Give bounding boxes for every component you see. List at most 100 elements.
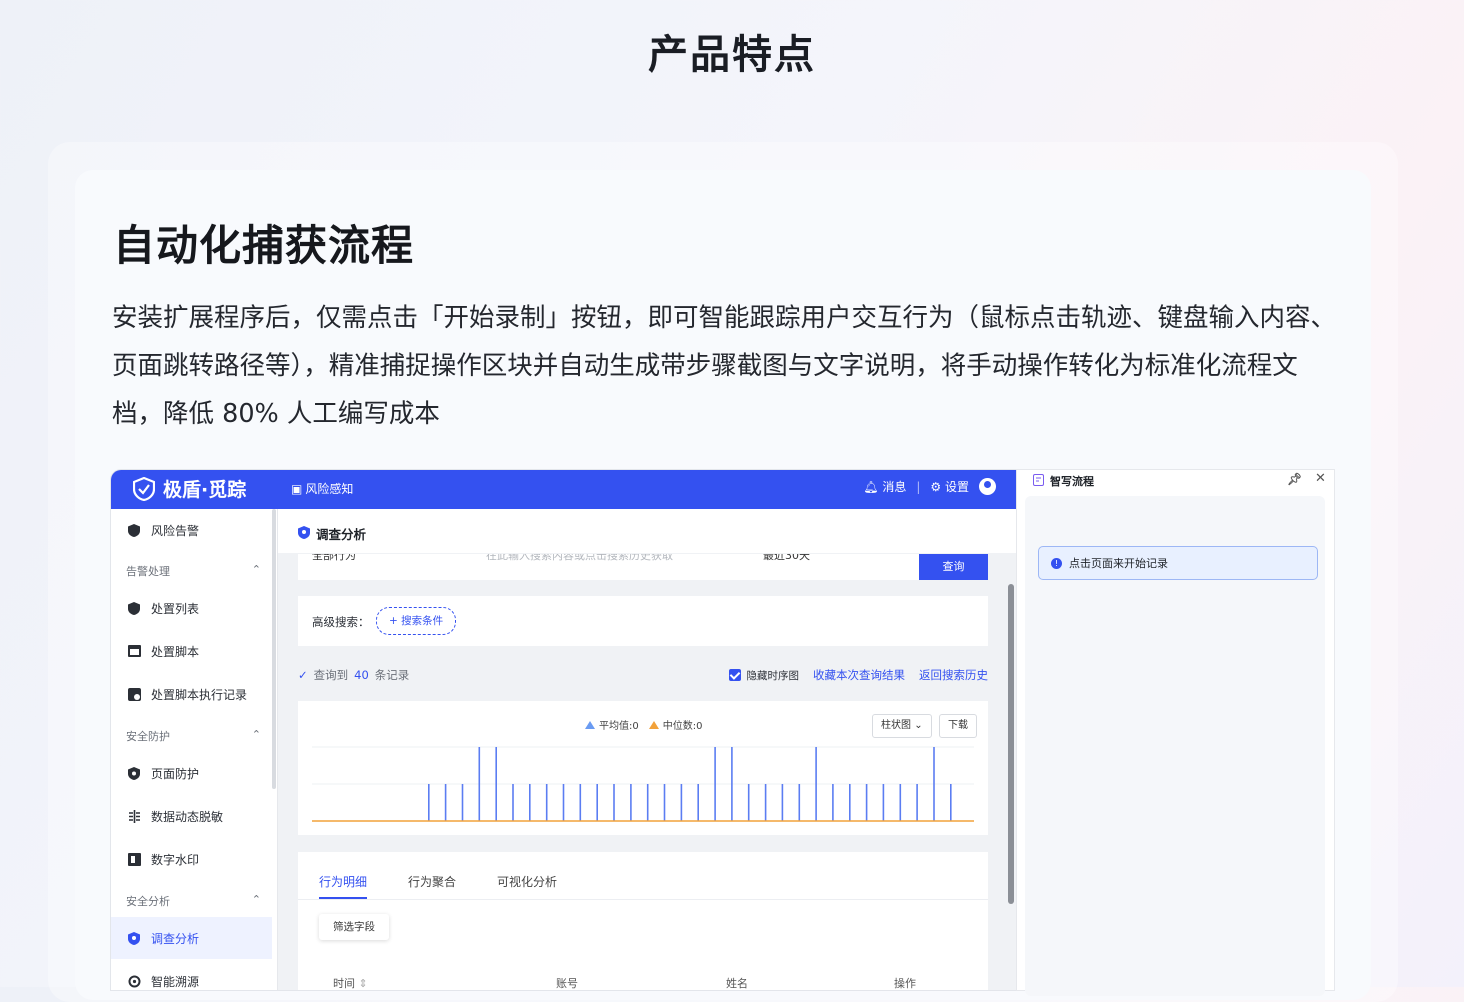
sidebar-scrollbar[interactable] [272,509,276,789]
column-header-actions[interactable]: 操作 [894,975,916,990]
chart-bar[interactable] [579,784,582,821]
chart-bar[interactable] [798,784,801,821]
result-bar: ✓ 查询到 40 条记录 隐藏时序图 收藏本次查询结果 返回搜索历史 [298,667,988,687]
chart-bar[interactable] [781,784,784,821]
chart-bar[interactable] [832,784,834,821]
tab-behavior-detail[interactable]: 行为明细 [319,873,367,890]
chart-bar[interactable] [495,747,497,821]
chart-bar[interactable] [764,784,767,821]
sidebar-item-investigation[interactable]: 调查分析 [111,917,272,959]
pin-icon[interactable]: 📌︎ [1287,472,1302,486]
chart-bar[interactable] [630,784,632,821]
legend-average: 平均值:0 [585,717,639,732]
column-label: 时间 [333,977,355,990]
search-input[interactable]: 在此输入搜索内容或点击搜索历史获取 [486,554,673,563]
shield-icon [127,766,141,780]
sidebar-item-risk-alert[interactable]: 风险告警 [111,509,272,551]
chart-bar[interactable] [815,747,817,821]
hide-timeline-label: 隐藏时序图 [746,669,800,682]
add-condition-button[interactable]: + 搜索条件 [376,607,457,635]
chart-type-label: 柱状图 [881,720,911,731]
hide-timeline-checkbox[interactable]: 隐藏时序图 [728,668,800,683]
chart-bar[interactable] [596,784,598,821]
chart-bar[interactable] [478,747,481,821]
close-icon[interactable]: ✕ [1315,471,1326,486]
result-prefix: 查询到 [313,668,349,682]
chart-bar[interactable] [747,784,750,821]
chart-bar[interactable] [562,784,565,821]
chart-bar[interactable] [899,784,902,821]
chart-bar[interactable] [428,784,430,821]
sidebar-item-script[interactable]: 处置脚本 [111,630,272,672]
timeline-chart: 平均值:0 中位数:0 柱状图 ⌄ 下载 [298,701,988,835]
shield-icon [298,525,310,542]
chart-bar[interactable] [646,784,649,821]
content-scrollbar[interactable] [1008,584,1014,904]
chart-bar[interactable] [731,747,733,821]
avatar[interactable] [979,478,996,495]
chart-bar[interactable] [882,784,885,821]
download-button[interactable]: 下载 [939,714,977,738]
chart-bar[interactable] [461,784,464,821]
chart-bar[interactable] [865,784,868,821]
chart-bar[interactable] [916,784,918,821]
sidebar-group-alert[interactable]: 告警处理 ⌃ [126,563,261,579]
chart-bar[interactable] [697,784,699,821]
chart-bar[interactable] [444,784,447,821]
tab-behavior-aggregate[interactable]: 行为聚合 [408,873,456,890]
advanced-search-label: 高级搜索： [312,615,370,629]
sidebar-group-protection[interactable]: 安全防护 ⌃ [126,728,261,744]
chevron-up-icon: ⌃ [251,563,261,576]
filter-fields-button[interactable]: 筛选字段 [319,914,389,940]
sidebar-item-watermark[interactable]: 数字水印 [111,838,272,880]
chart-bar[interactable] [950,784,952,821]
legend-avg-label: 平均值:0 [599,721,639,732]
detail-tabs: 行为明细 行为聚合 可视化分析 筛选字段 时间 ⇕ 账号 姓名 操作 [298,852,988,990]
back-history-link[interactable]: 返回搜索历史 [919,667,988,683]
sidebar-item-script-record[interactable]: 处置脚本执行记录 [111,673,272,715]
chart-bar[interactable] [714,747,716,821]
panel-body: ! 点击页面来开始记录 [1025,496,1325,996]
sidebar-item-label: 调查分析 [151,931,200,946]
time-range-select[interactable]: 最近30天 [763,554,810,563]
triangle-icon [648,721,659,729]
group-label: 安全防护 [126,730,170,743]
save-result-link[interactable]: 收藏本次查询结果 [813,667,905,683]
chart-type-select[interactable]: 柱状图 ⌄ [872,714,932,738]
chart-bar[interactable] [933,747,935,821]
sidebar-item-disposal-list[interactable]: 处置列表 [111,587,272,629]
brand-logo-icon [133,476,155,501]
start-record-hint[interactable]: ! 点击页面来开始记录 [1038,546,1318,580]
chart-bar[interactable] [512,784,514,821]
column-header-time[interactable]: 时间 ⇕ [333,975,368,990]
settings-button[interactable]: ⚙ 设置 [930,478,969,495]
module-switch[interactable]: ▣ 风险感知 [291,480,353,497]
column-header-account[interactable]: 账号 [556,975,578,990]
chart-bar[interactable] [663,784,666,821]
chart-bar[interactable] [545,784,548,821]
tab-visual-analysis[interactable]: 可视化分析 [497,873,557,890]
behavior-select[interactable]: 全部行为 [312,554,356,563]
sidebar-item-label: 处置脚本 [151,644,200,659]
tab-investigation[interactable]: 调查分析 [298,524,366,543]
chart-bar[interactable] [849,784,851,821]
chart-bar[interactable] [529,784,531,821]
gear-icon: ⚙ [930,480,942,494]
sidebar-item-label: 页面防护 [151,766,200,781]
chevron-up-icon: ⌃ [251,893,261,906]
chart-bar[interactable] [613,784,615,821]
brand[interactable]: 极盾·觅踪 [133,475,246,502]
sidebar: 风险告警 告警处理 ⌃ 处置列表 处置脚本 处置脚本执行记录 安全防护 ⌃ 页面防护… [111,509,278,990]
messages-button[interactable]: 🔔︎ 消息 [863,478,906,495]
tab-label: 调查分析 [316,527,367,542]
sidebar-group-analysis[interactable]: 安全分析 ⌃ [126,893,261,909]
column-header-name[interactable]: 姓名 [726,975,748,990]
sidebar-item-data-masking[interactable]: 数据动态脱敏 [111,795,272,837]
sidebar-item-trace[interactable]: 智能溯源 [111,960,272,990]
advanced-search: 高级搜索： + 搜索条件 [298,596,988,646]
divider [298,899,988,900]
sort-icon: ⇕ [358,977,368,990]
query-button[interactable]: 查询 [919,554,988,580]
sidebar-item-page-protection[interactable]: 页面防护 [111,752,272,794]
chart-bar[interactable] [680,784,683,821]
